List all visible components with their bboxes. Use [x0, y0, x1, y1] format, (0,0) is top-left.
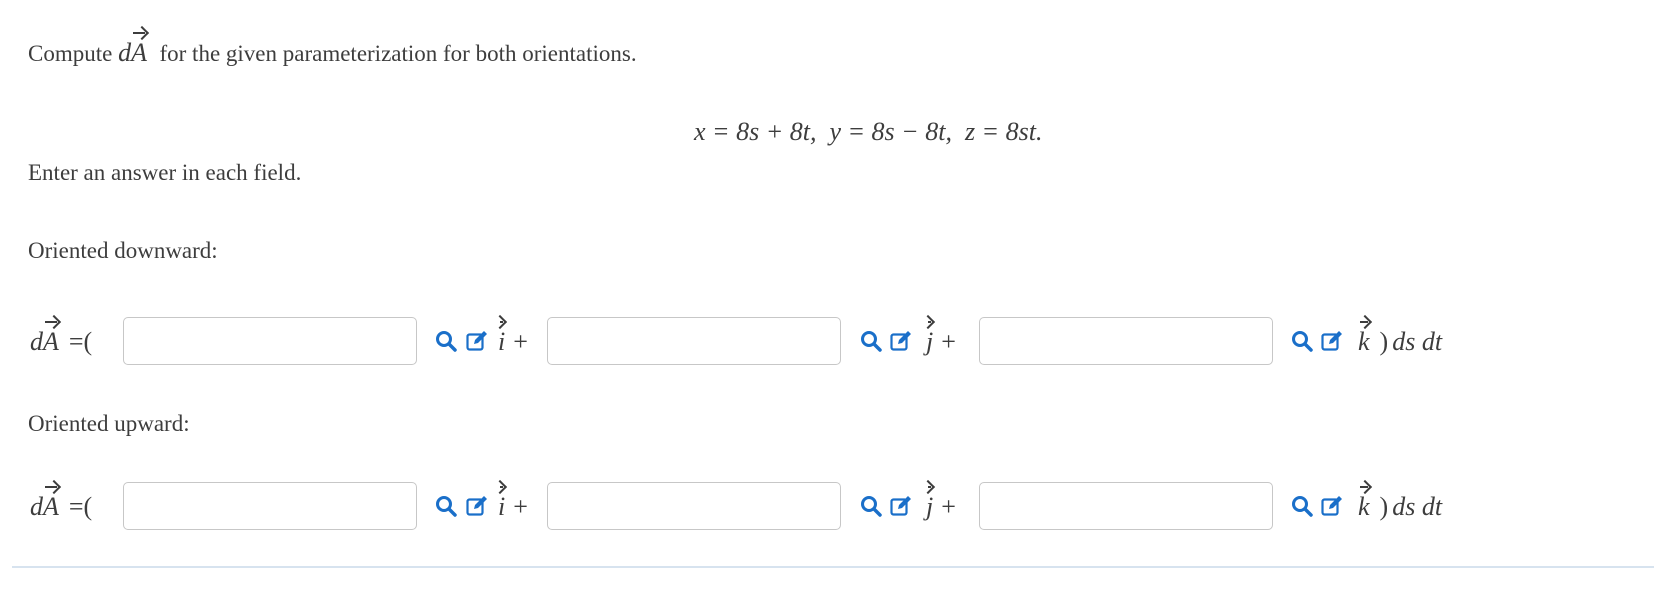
upward-i-component-input[interactable] — [123, 482, 417, 530]
magnifier-icon[interactable] — [434, 494, 458, 518]
downward-i-component-input[interactable] — [123, 317, 417, 365]
plus-sign: + — [513, 492, 528, 521]
k-symbol: k — [1358, 327, 1370, 356]
ds-dt-suffix: ds dt — [1392, 492, 1443, 521]
answer-row-downward: dA =( i + j + k) ds dt — [0, 317, 1654, 369]
question-prompt: Compute dA for the given parameterizatio… — [28, 32, 637, 69]
unit-vector-j: j + — [926, 486, 956, 522]
A-symbol: A — [43, 327, 59, 356]
section-heading-downward: Oriented downward: — [28, 238, 218, 263]
prompt-text-after: for the given parameterization for both … — [159, 41, 637, 66]
magnifier-icon[interactable] — [859, 494, 883, 518]
d-symbol: d — [30, 327, 43, 356]
bottom-divider — [12, 566, 1654, 568]
i-symbol: i — [498, 327, 506, 356]
downward-k-component-input[interactable] — [979, 317, 1273, 365]
answer-row-upward: dA =( i + j + k) ds dt — [0, 482, 1654, 534]
close-paren: ) — [1379, 327, 1389, 356]
edit-pencil-icon[interactable] — [1320, 329, 1344, 353]
unit-vector-i: i + — [498, 321, 528, 357]
prompt-d-symbol: d — [118, 38, 132, 67]
k-hat: k — [1358, 321, 1370, 357]
edit-pencil-icon[interactable] — [889, 494, 913, 518]
edit-pencil-icon[interactable] — [465, 329, 489, 353]
ds-dt-suffix: ds dt — [1392, 327, 1443, 356]
plus-sign: + — [941, 492, 956, 521]
downward-j-component-input[interactable] — [547, 317, 841, 365]
prompt-text-before: Compute — [28, 41, 113, 66]
close-paren: ) — [1379, 492, 1389, 521]
prompt-A-vector: A — [131, 32, 147, 68]
plus-sign: + — [513, 327, 528, 356]
unit-vector-k: k) ds dt — [1358, 321, 1443, 357]
edit-pencil-icon[interactable] — [1320, 494, 1344, 518]
prompt-A-symbol: A — [131, 38, 147, 67]
i-hat: i — [498, 486, 506, 522]
k-hat: k — [1358, 486, 1370, 522]
j-symbol: j — [926, 492, 934, 521]
section-heading-upward: Oriented upward: — [28, 411, 190, 436]
parameterization-equation: x = 8s + 8t, y = 8s − 8t, z = 8st. — [694, 117, 1043, 146]
j-symbol: j — [926, 327, 934, 356]
upward-k-component-input[interactable] — [979, 482, 1273, 530]
dA-label: dA =( — [30, 321, 93, 357]
d-symbol: d — [30, 492, 43, 521]
A-vector: A — [43, 321, 59, 357]
k-symbol: k — [1358, 492, 1370, 521]
equals-paren: =( — [68, 492, 93, 521]
upward-j-component-input[interactable] — [547, 482, 841, 530]
j-hat: j — [926, 321, 934, 357]
magnifier-icon[interactable] — [1290, 494, 1314, 518]
A-symbol: A — [43, 492, 59, 521]
unit-vector-j: j + — [926, 321, 956, 357]
prompt-vector-dA: dA — [118, 32, 153, 68]
magnifier-icon[interactable] — [434, 329, 458, 353]
magnifier-icon[interactable] — [1290, 329, 1314, 353]
plus-sign: + — [941, 327, 956, 356]
equals-paren: =( — [68, 327, 93, 356]
instruction-text: Enter an answer in each field. — [28, 160, 302, 185]
j-hat: j — [926, 486, 934, 522]
unit-vector-i: i + — [498, 486, 528, 522]
magnifier-icon[interactable] — [859, 329, 883, 353]
unit-vector-k: k) ds dt — [1358, 486, 1443, 522]
A-vector: A — [43, 486, 59, 522]
i-hat: i — [498, 321, 506, 357]
edit-pencil-icon[interactable] — [465, 494, 489, 518]
edit-pencil-icon[interactable] — [889, 329, 913, 353]
dA-label: dA =( — [30, 486, 93, 522]
i-symbol: i — [498, 492, 506, 521]
